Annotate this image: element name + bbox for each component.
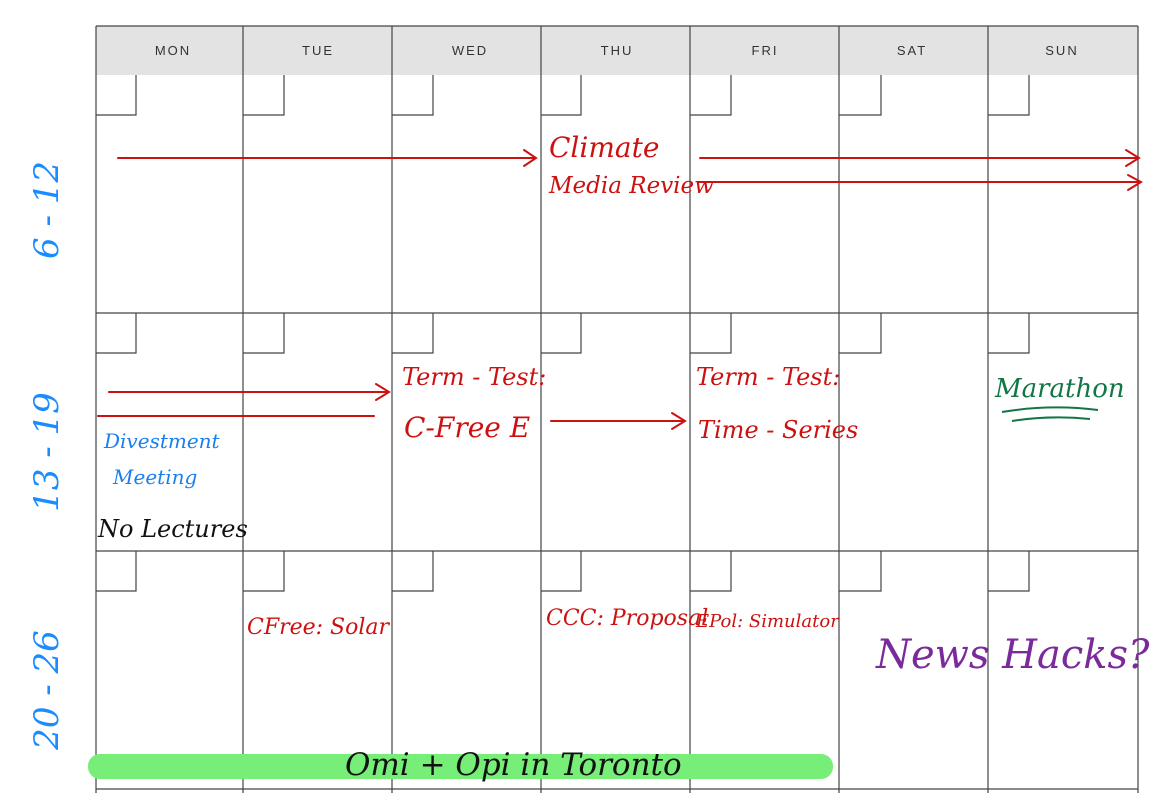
weekday-label-wed: WED — [452, 43, 488, 58]
news-hacks-note: News Hacks? — [875, 632, 1150, 678]
calendar-sheet: MON TUE WED THU FRI SAT SUN 6 - 12 13 - … — [27, 25, 1150, 793]
weekday-label-thu: THU — [601, 43, 634, 58]
ccc-proposal-note: CCC: Proposal — [546, 606, 708, 631]
term-test-1-line1: Term - Test: — [402, 363, 546, 391]
epol-simulator-note: EPol: Simulator — [695, 611, 840, 632]
cfree-solar-note: CFree: Solar — [247, 615, 391, 640]
climate-note-line2: Media Review — [548, 173, 714, 199]
term-test-1-line2: C-Free E — [404, 411, 530, 444]
marathon-note: Marathon — [994, 374, 1125, 404]
term-test-2-line2: Time - Series — [698, 416, 858, 444]
weekday-label-fri: FRI — [752, 43, 779, 58]
weekday-label-mon: MON — [155, 43, 191, 58]
climate-note-line1: Climate — [549, 131, 659, 164]
toronto-note: Omi + Opi in Toronto — [345, 747, 682, 783]
weekday-label-sun: SUN — [1045, 43, 1078, 58]
no-lectures-note: No Lectures — [97, 515, 248, 543]
week-label-3: 20 - 26 — [27, 630, 67, 751]
weekday-label-tue: TUE — [302, 43, 334, 58]
divestment-note-line1: Divestment — [103, 429, 221, 453]
marathon-underline — [1001, 406, 1099, 422]
week-label-2: 13 - 19 — [27, 392, 67, 512]
week-label-1: 6 - 12 — [27, 161, 67, 259]
term-test-2-line1: Term - Test: — [696, 363, 840, 391]
divestment-note-line2: Meeting — [112, 465, 197, 489]
weekday-label-sat: SAT — [897, 43, 927, 58]
